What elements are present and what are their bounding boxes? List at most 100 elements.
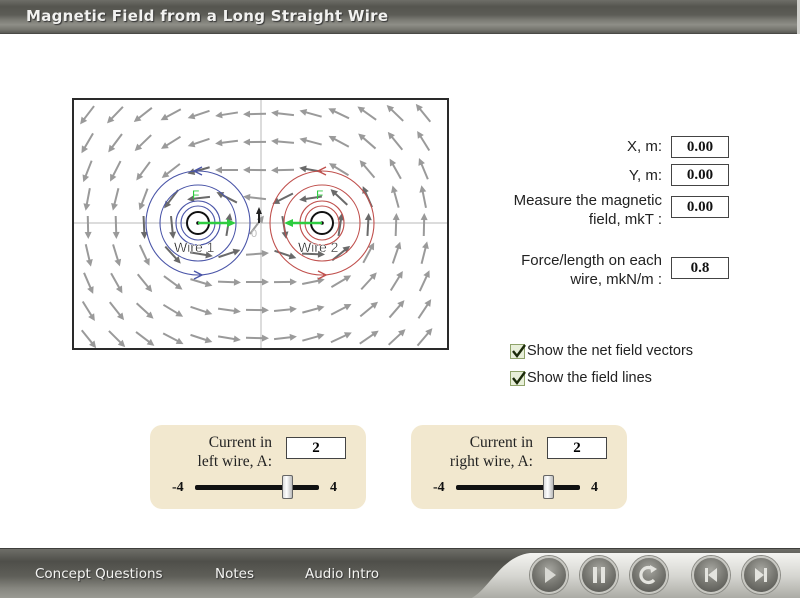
skip-forward-button[interactable] <box>742 556 780 594</box>
concept-questions-link[interactable]: Concept Questions <box>35 566 163 582</box>
field-vector-head <box>289 333 297 341</box>
replay-button[interactable] <box>630 556 668 594</box>
field-vector-head <box>271 109 279 117</box>
bottom-bar: Concept Questions Notes Audio Intro <box>0 548 800 598</box>
left-current-label-line2: left wire, A: <box>197 453 272 470</box>
skip-back-button[interactable] <box>692 556 730 594</box>
field-vector-head <box>187 140 196 148</box>
right-current-label-line1: Current in <box>469 434 533 451</box>
field-vector-head <box>422 241 429 250</box>
field-vector-head <box>299 195 307 203</box>
field-vector-head <box>316 333 325 340</box>
skip-back-icon <box>705 568 717 582</box>
y-value-field[interactable]: 0.00 <box>671 164 729 186</box>
field-vector-head <box>225 213 233 221</box>
field-label: Measure the magnetic field, mkT : <box>470 191 662 229</box>
field-view[interactable]: F F Wire 1 Wire 2 0 <box>72 98 449 350</box>
checkmark-icon <box>512 370 526 385</box>
field-vector-head <box>392 213 400 221</box>
left-slider-track[interactable] <box>195 485 319 490</box>
field-label-line2: field, mkT : <box>588 211 662 228</box>
force-label: Force/length on each wire, mkN/m : <box>470 251 662 289</box>
play-button[interactable] <box>530 556 568 594</box>
checkmark-icon <box>512 343 526 358</box>
field-vector-head <box>271 166 279 174</box>
force-value-field: 0.8 <box>671 257 729 279</box>
show-net-vectors-label: Show the net field vectors <box>527 343 694 359</box>
left-slider-thumb[interactable] <box>282 475 293 499</box>
right-slider-track[interactable] <box>456 485 580 490</box>
right-current-panel: Current in right wire, A: 2 -4 4 <box>411 425 627 509</box>
field-vector-head <box>204 280 213 288</box>
left-current-input[interactable]: 2 <box>286 437 346 459</box>
skip-forward-icon <box>755 568 767 582</box>
field-vector-head <box>169 231 177 239</box>
pause-icon <box>593 567 605 583</box>
field-vector-head <box>394 241 402 250</box>
field-vector-head <box>243 138 251 146</box>
field-vector-head <box>215 139 223 147</box>
audio-intro-link[interactable]: Audio Intro <box>305 566 379 582</box>
field-vector-head <box>233 278 241 286</box>
show-net-vectors-checkbox[interactable]: Show the net field vectors <box>510 343 693 359</box>
y-label: Y, m: <box>628 167 662 184</box>
right-slider-max-label: 4 <box>591 480 598 495</box>
field-vector-head <box>261 278 269 286</box>
left-slider-min-label: -4 <box>172 480 184 495</box>
field-vector-head <box>215 166 223 174</box>
field-vector-head <box>114 258 122 267</box>
probe-label: 0 <box>251 228 257 240</box>
notes-link[interactable]: Notes <box>215 566 254 582</box>
field-vector-head <box>215 111 223 119</box>
field-vector-head <box>187 112 196 120</box>
field-vector-head <box>299 137 308 144</box>
field-vector-head <box>261 306 269 314</box>
field-vector-head <box>261 334 269 342</box>
left-current-label: Current in left wire, A: <box>160 433 272 471</box>
field-vector-head <box>288 252 297 260</box>
wire-2-force-arrow-head <box>284 219 293 227</box>
field-vector-head <box>233 335 241 343</box>
field-vector-head <box>243 166 251 174</box>
left-slider-max-label: 4 <box>330 480 337 495</box>
right-current-label: Current in right wire, A: <box>421 433 533 471</box>
field-vector-head <box>419 185 427 193</box>
app-title: Magnetic Field from a Long Straight Wire <box>26 7 389 25</box>
force-label-line2: wire, mkN/m : <box>570 271 662 288</box>
field-vector-head <box>111 202 118 211</box>
show-field-lines-checkbox[interactable]: Show the field lines <box>510 370 652 386</box>
right-current-label-line2: right wire, A: <box>449 453 533 470</box>
replay-icon <box>639 565 657 585</box>
x-value-field[interactable]: 0.00 <box>671 136 729 158</box>
checkbox[interactable] <box>510 370 526 386</box>
x-label: X, m: <box>626 138 662 155</box>
field-vector-head <box>84 231 92 239</box>
field-vector-head <box>364 213 372 221</box>
right-slider-thumb[interactable] <box>543 475 554 499</box>
wire-1-force-label: F <box>192 188 199 202</box>
field-vector-head <box>391 185 398 194</box>
field-vector-head <box>233 307 241 315</box>
play-icon <box>545 567 556 583</box>
field-vector-head <box>261 250 269 258</box>
field-vector-head <box>83 203 91 211</box>
field-vector-head <box>289 305 297 313</box>
right-current-input[interactable]: 2 <box>547 437 607 459</box>
field-vector-head <box>299 109 308 116</box>
title-bar: Magnetic Field from a Long Straight Wire <box>0 0 800 34</box>
wire-2-label: Wire 2 <box>298 239 339 255</box>
field-vector-head <box>85 259 93 267</box>
field-vector-head <box>420 213 428 221</box>
field-canvas[interactable]: F F Wire 1 Wire 2 0 <box>74 100 447 348</box>
pause-button[interactable] <box>580 556 618 594</box>
field-vector-head <box>299 165 307 173</box>
wire-1-label: Wire 1 <box>174 239 215 255</box>
field-vector-head <box>112 231 120 239</box>
field-vector-head <box>204 336 213 344</box>
field-vector-head <box>289 278 297 286</box>
field-vector-head <box>316 305 325 312</box>
field-vector-head <box>243 110 251 118</box>
right-slider-min-label: -4 <box>433 480 445 495</box>
checkbox[interactable] <box>510 343 526 359</box>
field-value-field: 0.00 <box>671 196 729 218</box>
